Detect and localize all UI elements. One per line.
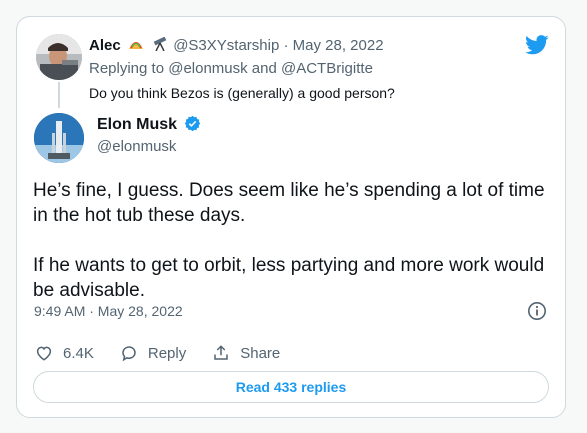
taco-emoji-icon — [128, 42, 143, 49]
reply-header: Alec @S3XYstarship · May 28, 2022 — [89, 37, 384, 54]
embedded-tweet-card: Alec @S3XYstarship · May 28, 2022 Replyi… — [16, 16, 566, 418]
tweet-body-text: He’s fine, I guess. Does seem like he’s … — [33, 180, 545, 301]
reply-icon — [122, 346, 136, 362]
tweet-timestamp[interactable]: 9:49 AM · May 28, 2022 — [34, 303, 183, 319]
twitter-bird-icon[interactable] — [525, 35, 549, 55]
thread-connector-line — [58, 82, 60, 108]
main-avatar-photo — [34, 113, 84, 163]
heart-icon — [36, 346, 52, 361]
main-author-avatar[interactable] — [34, 113, 84, 163]
main-author-name-row: Elon Musk — [97, 115, 201, 134]
replying-to-line[interactable]: Replying to @elonmusk and @ACTBrigitte — [89, 60, 373, 77]
reply-label: Reply — [147, 344, 187, 362]
reply-tweet-text: Do you think Bezos is (generally) a good… — [89, 85, 395, 101]
like-count: 6.4K — [63, 344, 94, 362]
reply-author-name[interactable]: Alec — [89, 37, 121, 54]
telescope-emoji-icon — [153, 37, 167, 51]
reply-button[interactable]: Reply — [120, 344, 186, 362]
read-replies-button[interactable]: Read 433 replies — [33, 371, 549, 403]
main-author-name[interactable]: Elon Musk — [97, 116, 177, 133]
info-icon[interactable] — [527, 301, 547, 321]
tweet-actions-bar: 6.4K Reply Share — [35, 343, 306, 363]
share-icon — [214, 345, 228, 360]
like-button[interactable]: 6.4K — [35, 344, 94, 362]
verified-badge-icon — [185, 115, 201, 132]
reply-author-avatar[interactable] — [36, 34, 82, 80]
share-label: Share — [240, 344, 281, 362]
reply-avatar-photo — [36, 34, 82, 80]
share-button[interactable]: Share — [212, 344, 280, 362]
main-author-handle[interactable]: @elonmusk — [97, 138, 176, 155]
reply-handle-date[interactable]: @S3XYstarship · May 28, 2022 — [173, 37, 383, 54]
